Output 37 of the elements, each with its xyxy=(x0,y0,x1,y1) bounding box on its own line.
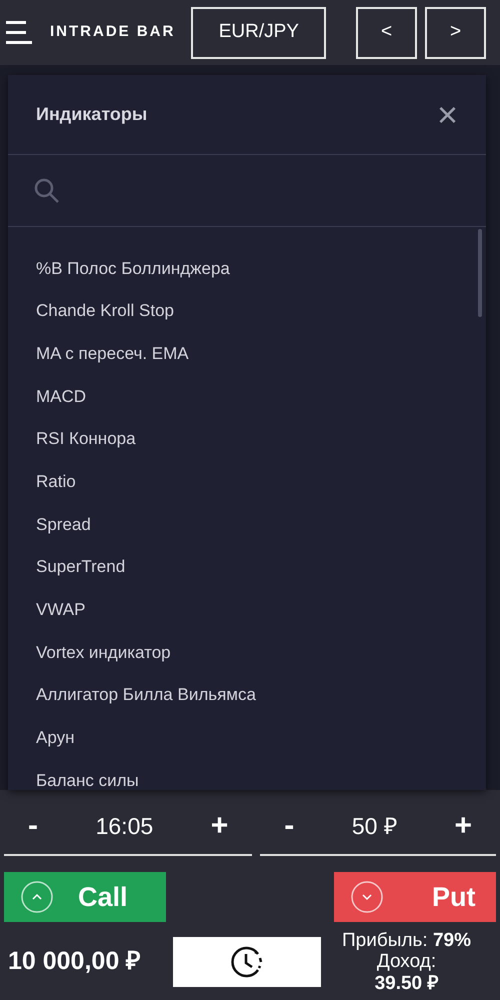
income-label: Доход: xyxy=(376,951,436,973)
indicator-item[interactable]: Ratio xyxy=(36,472,76,492)
indicator-item[interactable]: Баланс силы xyxy=(36,770,139,790)
menu-icon[interactable] xyxy=(4,20,34,46)
search-icon xyxy=(34,178,60,204)
plus-button[interactable]: + xyxy=(186,811,252,841)
scrollbar[interactable] xyxy=(478,229,482,317)
time-stepper[interactable]: - 16:05 + xyxy=(4,798,252,856)
amount-stepper[interactable]: - 50 ₽ + xyxy=(260,798,496,856)
indicator-item[interactable]: VWAP xyxy=(36,600,86,620)
put-button[interactable]: Put xyxy=(334,872,496,922)
amount-value: 50 ₽ xyxy=(352,812,397,841)
previous-button[interactable]: < xyxy=(356,6,417,58)
indicator-item[interactable]: Vortex индикатор xyxy=(36,642,171,662)
indicator-item[interactable]: Арун xyxy=(36,728,74,748)
indicator-item[interactable]: RSI Коннора xyxy=(36,429,136,449)
indicator-item[interactable]: Chande Kroll Stop xyxy=(36,301,174,321)
indicator-item[interactable]: MA с пересеч. EMA xyxy=(36,344,189,364)
indicator-item[interactable]: Spread xyxy=(36,514,91,534)
next-button[interactable]: > xyxy=(425,6,486,58)
balance: 10 000,00 ₽ xyxy=(8,946,142,978)
currency-pair-button[interactable]: EUR/JPY xyxy=(191,6,326,58)
income-value: 39.50 ₽ xyxy=(374,972,438,994)
minus-button[interactable]: - xyxy=(260,811,318,841)
close-button[interactable]: × xyxy=(436,96,458,132)
profit-text: Прибыль: 79% xyxy=(342,930,471,952)
panel-title: Индикаторы xyxy=(36,103,148,126)
minus-button[interactable]: - xyxy=(4,811,62,841)
indicator-item[interactable]: MACD xyxy=(36,386,86,406)
clock-icon xyxy=(230,944,264,979)
indicator-item[interactable]: %B Полос Боллинджера xyxy=(36,258,230,278)
time-value: 16:05 xyxy=(96,812,154,841)
indicator-item[interactable]: Аллигатор Билла Вильямса xyxy=(36,685,256,705)
plus-button[interactable]: + xyxy=(430,811,496,841)
history-button[interactable] xyxy=(173,936,321,987)
logo: INTRADE BAR xyxy=(50,22,176,42)
indicator-item[interactable]: SuperTrend xyxy=(36,557,126,577)
